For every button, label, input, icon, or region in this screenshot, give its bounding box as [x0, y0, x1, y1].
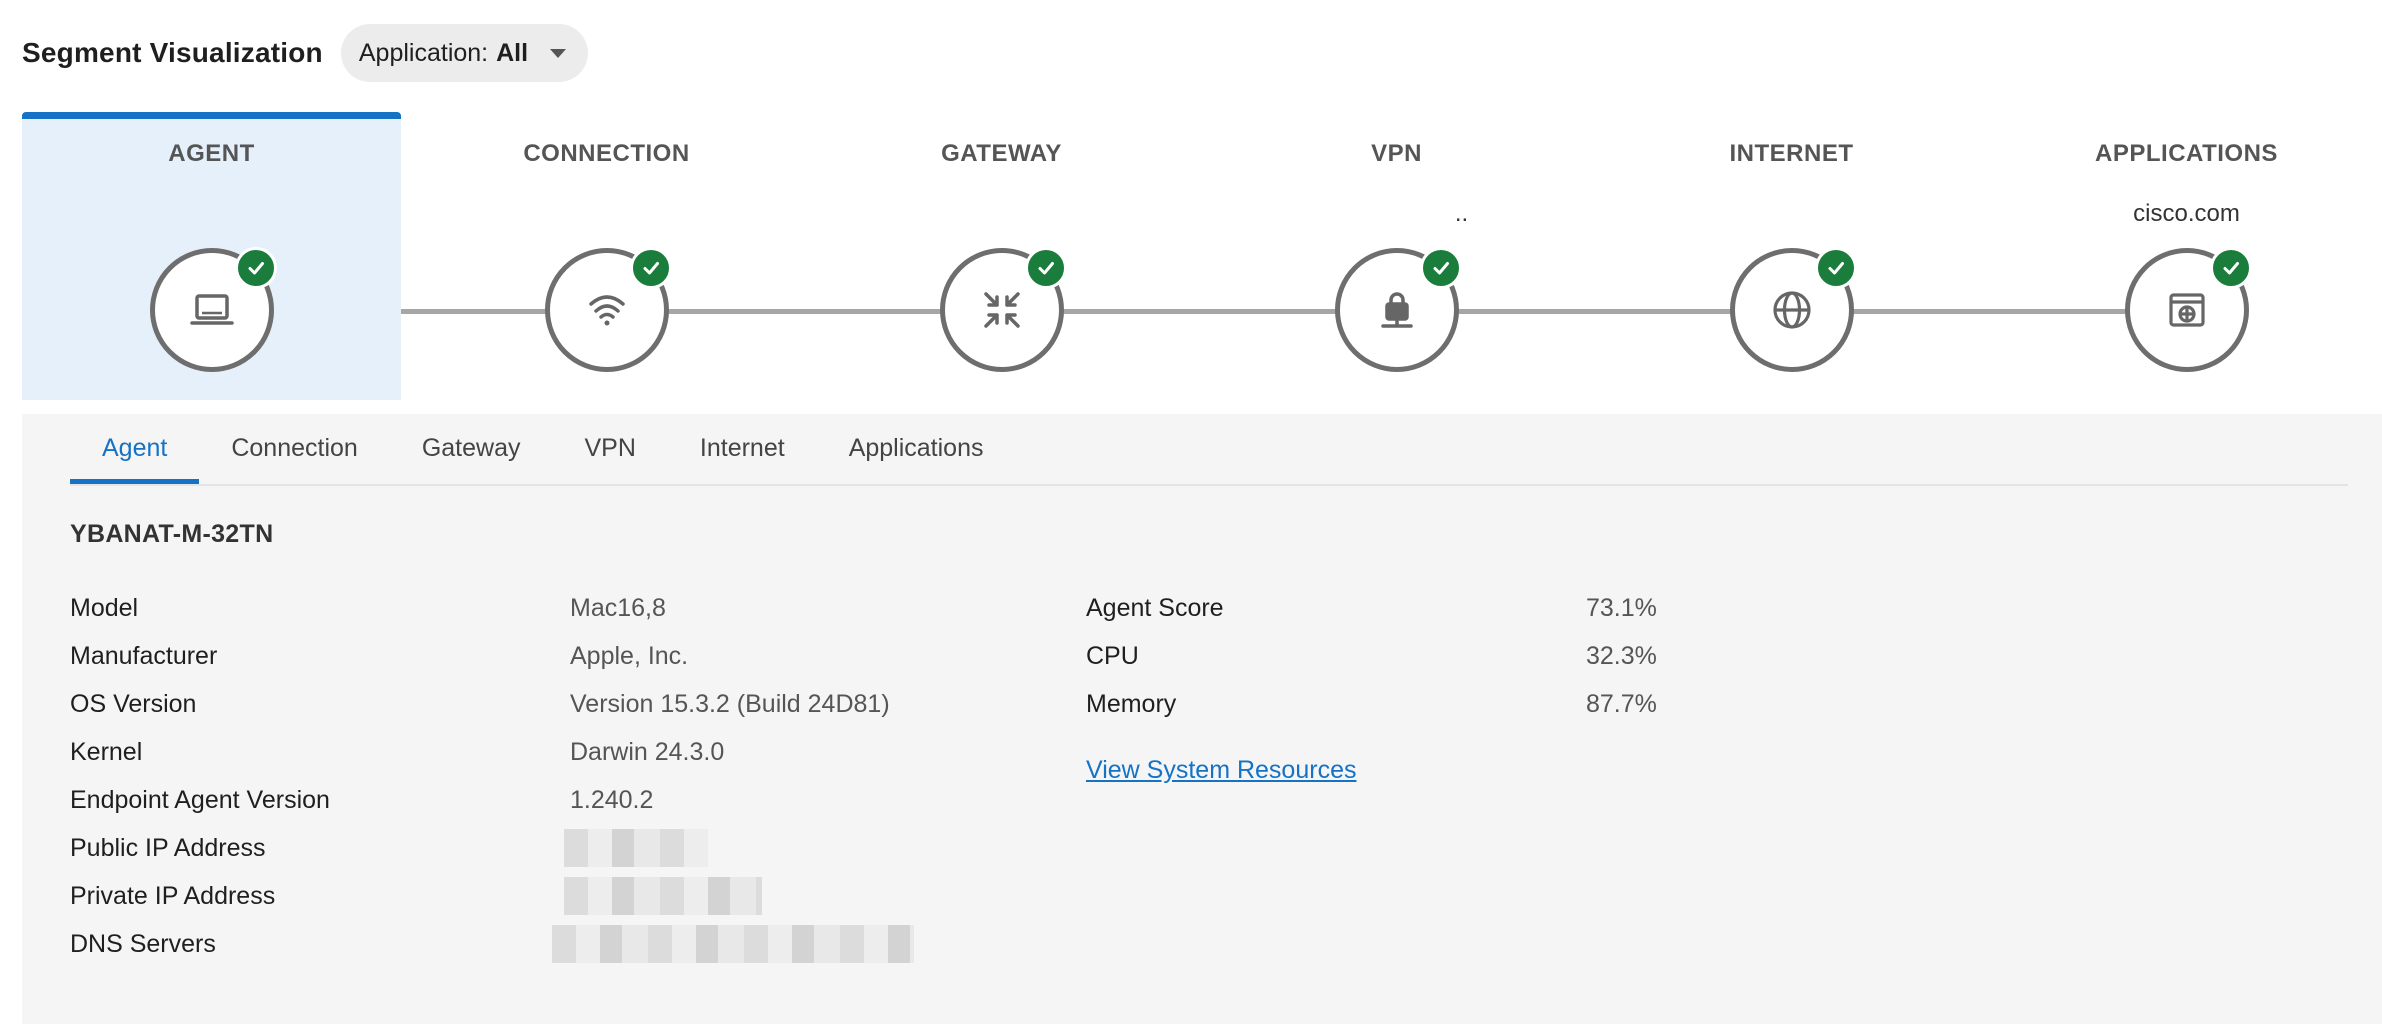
status-check-icon [1814, 247, 1857, 289]
stat-value: 73.1% [1586, 593, 1657, 622]
tab-internet[interactable]: Internet [668, 414, 817, 484]
property-label: Endpoint Agent Version [70, 785, 330, 814]
property-label: Private IP Address [70, 881, 276, 910]
redacted-public-ip [564, 829, 708, 867]
segment-path: AGENT CONNECTION GATEWAY VPN .. INTERNET… [22, 112, 2382, 400]
segment-node[interactable] [2124, 247, 2252, 372]
segment-title: APPLICATIONS [2095, 140, 2278, 167]
agent-properties: Model Mac16,8 Manufacturer Apple, Inc. O… [70, 584, 914, 968]
status-check-icon [2209, 247, 2252, 289]
property-value: Apple, Inc. [570, 641, 689, 670]
details-tabs: Agent Connection Gateway VPN Internet Ap… [70, 414, 2348, 486]
stat-label: Memory [1086, 689, 1177, 718]
property-value: Mac16,8 [570, 593, 666, 622]
property-row: Endpoint Agent Version 1.240.2 [70, 776, 914, 824]
segment-applications[interactable]: APPLICATIONS cisco.com [1997, 112, 2376, 400]
tab-gateway[interactable]: Gateway [390, 414, 553, 484]
segment-node[interactable] [544, 247, 672, 372]
stat-row: Memory 87.7% [1086, 680, 1657, 728]
property-row: Public IP Address [70, 824, 914, 872]
device-name: YBANAT-M-32TN [70, 520, 274, 548]
stat-row: CPU 32.3% [1086, 632, 1657, 680]
segment-title: VPN [1371, 140, 1422, 167]
agent-stats: Agent Score 73.1% CPU 32.3% Memory 87.7% [1086, 584, 1657, 728]
tab-vpn[interactable]: VPN [553, 414, 668, 484]
globe-icon [1772, 291, 1811, 329]
view-system-resources-link[interactable]: View System Resources [1086, 756, 1356, 785]
redacted-private-ip [564, 877, 762, 915]
stat-row: Agent Score 73.1% [1086, 584, 1657, 632]
status-check-icon [1024, 247, 1067, 289]
stat-value: 32.3% [1586, 641, 1657, 670]
laptop-icon [189, 294, 234, 325]
segment-title: INTERNET [1729, 140, 1854, 167]
app-window-icon [2168, 293, 2205, 327]
application-filter-label: Application: [358, 38, 489, 67]
segment-title: GATEWAY [941, 140, 1062, 167]
application-filter-value: All [496, 38, 529, 67]
application-filter-dropdown[interactable]: Application: All [340, 24, 589, 82]
segment-agent[interactable]: AGENT [22, 112, 401, 400]
segment-connection[interactable]: CONNECTION [417, 112, 796, 400]
property-row: Manufacturer Apple, Inc. [70, 632, 914, 680]
property-value: 1.240.2 [570, 785, 654, 814]
property-row: DNS Servers [70, 920, 914, 968]
segment-title: CONNECTION [523, 140, 690, 167]
segment-details-panel: Agent Connection Gateway VPN Internet Ap… [22, 414, 2382, 1024]
stat-label: Agent Score [1086, 593, 1224, 622]
tab-connection[interactable]: Connection [199, 414, 389, 484]
property-label: Kernel [70, 737, 143, 766]
segment-gateway[interactable]: GATEWAY [812, 112, 1191, 400]
redacted-dns-servers [552, 925, 914, 963]
segment-internet[interactable]: INTERNET [1602, 112, 1981, 400]
property-value: Darwin 24.3.0 [570, 737, 725, 766]
status-check-icon [629, 247, 672, 289]
property-label: Manufacturer [70, 641, 218, 670]
segment-subtitle: .. [1454, 200, 1469, 227]
property-row: Model Mac16,8 [70, 584, 914, 632]
gateway-arrows-icon [983, 292, 1020, 328]
segment-node[interactable] [1334, 247, 1462, 372]
segment-node[interactable] [149, 247, 277, 372]
property-label: Public IP Address [70, 833, 266, 862]
wifi-icon [588, 295, 625, 326]
page-title: Segment Visualization [22, 37, 323, 68]
page-header: Segment Visualization Application: All [22, 24, 589, 82]
tab-applications[interactable]: Applications [817, 414, 1016, 484]
tab-agent[interactable]: Agent [70, 414, 200, 484]
property-row: OS Version Version 15.3.2 (Build 24D81) [70, 680, 914, 728]
segment-subtitle: cisco.com [2133, 200, 2240, 227]
stat-label: CPU [1086, 641, 1139, 670]
segment-title: AGENT [168, 140, 255, 167]
caret-down-icon [550, 48, 567, 58]
status-check-icon [234, 247, 277, 289]
property-value: Version 15.3.2 (Build 24D81) [570, 689, 890, 718]
property-label: OS Version [70, 689, 197, 718]
stat-value: 87.7% [1586, 689, 1657, 718]
segment-vpn[interactable]: VPN .. [1207, 112, 1586, 400]
vpn-lock-icon [1380, 292, 1413, 328]
property-row: Private IP Address [70, 872, 914, 920]
property-row: Kernel Darwin 24.3.0 [70, 728, 914, 776]
property-label: Model [70, 593, 139, 622]
segment-node[interactable] [1729, 247, 1857, 372]
segment-node[interactable] [939, 247, 1067, 372]
property-label: DNS Servers [70, 929, 216, 958]
status-check-icon [1419, 247, 1462, 289]
